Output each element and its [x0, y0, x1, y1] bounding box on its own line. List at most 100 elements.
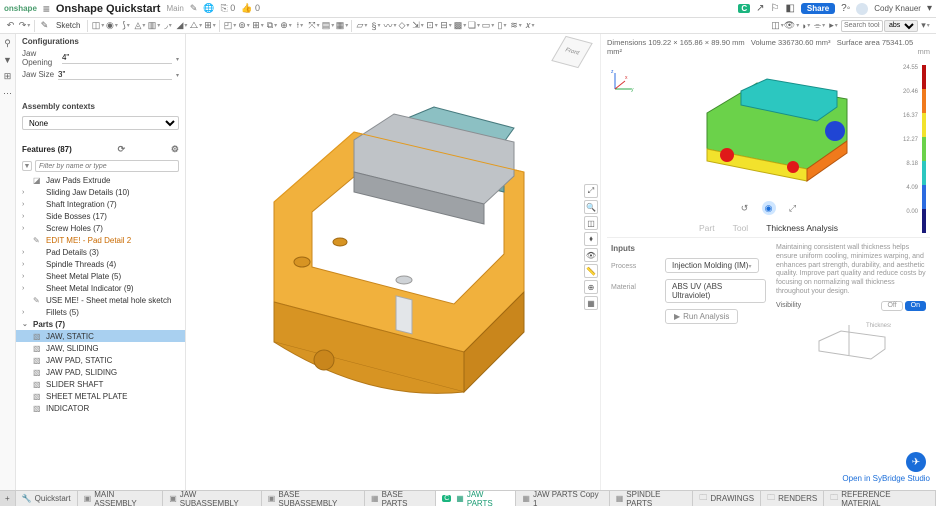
thicken-icon[interactable]: ▥ — [147, 19, 160, 32]
feature-row[interactable]: ›Sliding Jaw Details (10) — [16, 186, 185, 198]
appearance-icon[interactable]: ◑ — [799, 19, 812, 32]
pattern-icon[interactable]: ⊞ — [251, 19, 264, 32]
part-row[interactable]: ▧JAW, STATIC — [16, 330, 185, 342]
measure-icon[interactable]: 📏 — [584, 264, 598, 278]
curve-icon[interactable]: 〰 — [383, 19, 396, 32]
tab-part[interactable]: Part — [699, 223, 715, 233]
grid-icon[interactable]: ▦ — [584, 296, 598, 310]
user-name[interactable]: Cody Knauer — [874, 4, 921, 13]
rail-variables-icon[interactable]: ▼ — [3, 55, 12, 65]
enclose-icon[interactable]: ❏ — [467, 19, 480, 32]
iso-icon[interactable]: ⬧ — [584, 232, 598, 246]
doc-branch[interactable]: Main — [166, 4, 183, 13]
doc-tab[interactable]: 🗀REFERENCE MATERIAL — [824, 491, 936, 506]
feature-row[interactable]: ›Screw Holes (7) — [16, 222, 185, 234]
composite-icon[interactable]: ≋ — [509, 19, 522, 32]
analysis-preview[interactable]: 24.5520.4616.3712.278.184.090.00 z y x ↺… — [607, 59, 930, 219]
mass-props-icon[interactable]: ⊕ — [584, 280, 598, 294]
named-views-icon[interactable]: ▸ — [827, 19, 840, 32]
section-icon[interactable]: ◫ — [584, 216, 598, 230]
shell-icon[interactable]: ◰ — [223, 19, 236, 32]
help-fab[interactable]: ✈ — [906, 452, 926, 472]
boolean-icon[interactable]: ⊕ — [279, 19, 292, 32]
modify-fillet-icon[interactable]: ▦ — [335, 19, 348, 32]
doc-tab[interactable]: C▦JAW PARTS — [436, 491, 516, 506]
toolbar-overflow-icon[interactable]: ▾ — [919, 19, 932, 32]
collab-badge[interactable]: C — [738, 4, 750, 13]
feature-filter-input[interactable] — [35, 160, 179, 172]
bookmark-icon[interactable]: ⚐ — [771, 3, 780, 14]
doc-tab[interactable]: ▣MAIN ASSEMBLY — [78, 491, 164, 506]
units-select[interactable]: abs — [884, 20, 918, 32]
sketch-button[interactable]: Sketch — [52, 21, 84, 30]
doc-tab[interactable]: ▦JAW PARTS Copy 1 — [516, 491, 609, 506]
part-row[interactable]: ▧SHEET METAL PLATE — [16, 390, 185, 402]
move-face-icon[interactable]: ⇲ — [411, 19, 424, 32]
parts-header[interactable]: ⌄Parts (7) — [16, 318, 185, 330]
draft-icon[interactable]: ⧍ — [189, 19, 202, 32]
features-settings-icon[interactable]: ⚙ — [171, 144, 179, 155]
feature-row[interactable]: ◪Jaw Pads Extrude — [16, 174, 185, 186]
variable-icon[interactable]: 𝑥 — [523, 19, 536, 32]
assembly-context-select[interactable]: None — [22, 116, 179, 130]
add-tab-button[interactable]: + — [0, 491, 16, 506]
rail-custom-icon[interactable]: ⊞ — [4, 71, 12, 82]
mirror-icon[interactable]: ⧉ — [265, 19, 278, 32]
zoom-icon[interactable]: 🔍 — [584, 200, 598, 214]
hole-icon[interactable]: ⊚ — [237, 19, 250, 32]
tab-thickness-analysis[interactable]: Thickness Analysis — [766, 223, 838, 233]
surface-icon[interactable]: ◇ — [397, 19, 410, 32]
feature-row[interactable]: ✎EDIT ME! - Pad Detail 2 — [16, 234, 185, 246]
config-jaw-opening[interactable]: Jaw Opening — [16, 48, 185, 68]
menu-icon[interactable]: ≡ — [43, 2, 50, 16]
tab-tool[interactable]: Tool — [733, 223, 749, 233]
extrude-icon[interactable]: ◫ — [91, 19, 104, 32]
section-view-icon[interactable]: ◫ — [771, 19, 784, 32]
sketch-icon[interactable]: ✎ — [38, 19, 51, 32]
sheet-metal-icon[interactable]: ▭ — [481, 19, 494, 32]
feature-row[interactable]: ›Spindle Threads (4) — [16, 258, 185, 270]
part-row[interactable]: ▧JAW PAD, STATIC — [16, 354, 185, 366]
public-icon[interactable]: 🌐 — [203, 3, 214, 14]
part-row[interactable]: ▧JAW PAD, SLIDING — [16, 366, 185, 378]
preview-reset-icon[interactable]: ↺ — [738, 201, 752, 215]
feature-row[interactable]: ›Pad Details (3) — [16, 246, 185, 258]
preview-colormap-icon[interactable]: ◉ — [762, 201, 776, 215]
run-analysis-button[interactable]: ▶ Run Analysis — [665, 309, 738, 324]
viewport[interactable]: Front ⤢ 🔍 ◫ ⬧ 👁 📏 ⊕ ▦ — [186, 34, 600, 490]
search-tools-input[interactable] — [841, 20, 883, 32]
features-rollback-icon[interactable]: ⟳ — [118, 144, 126, 155]
preview-expand-icon[interactable]: ⤢ — [786, 201, 800, 215]
material-select[interactable]: ABS UV (ABS Ultraviolet) — [665, 279, 766, 303]
replace-face-icon[interactable]: ⊡ — [425, 19, 438, 32]
doc-tab[interactable]: ▣BASE SUBASSEMBLY — [262, 491, 365, 506]
helix-icon[interactable]: § — [369, 19, 382, 32]
fillet-icon[interactable]: ◞ — [161, 19, 174, 32]
doc-tab[interactable]: ▦SPINDLE PARTS — [610, 491, 694, 506]
sweep-icon[interactable]: ⟆ — [119, 19, 132, 32]
config-jaw-size-input[interactable] — [58, 69, 172, 80]
doc-title[interactable]: Onshape Quickstart — [56, 3, 161, 15]
user-menu-chevron[interactable]: ▾ — [927, 3, 932, 14]
app-icon[interactable]: ◧ — [785, 3, 794, 14]
history-icon[interactable]: ↗ — [756, 3, 764, 14]
feature-row[interactable]: ›Sheet Metal Plate (5) — [16, 270, 185, 282]
share-button[interactable]: Share — [801, 3, 835, 14]
chamfer-icon[interactable]: ◢ — [175, 19, 188, 32]
fill-icon[interactable]: ▩ — [453, 19, 466, 32]
edit-title-icon[interactable]: ✎ — [190, 3, 198, 14]
feature-row[interactable]: ›Sheet Metal Indicator (9) — [16, 282, 185, 294]
loft-icon[interactable]: ◬ — [133, 19, 146, 32]
rail-more-icon[interactable]: ⋯ — [3, 88, 12, 99]
config-jaw-opening-input[interactable] — [62, 53, 172, 64]
undo-icon[interactable]: ↶ — [4, 19, 17, 32]
feature-row[interactable]: ›Shaft Integration (7) — [16, 198, 185, 210]
feature-row[interactable]: ✎USE ME! - Sheet metal hole sketch — [16, 294, 185, 306]
rail-config-icon[interactable]: ⚲ — [4, 38, 11, 49]
doc-tab[interactable]: 🗀DRAWINGS — [693, 491, 761, 506]
doc-tab[interactable]: ▦BASE PARTS — [365, 491, 436, 506]
open-sybridge-link[interactable]: Open in SyBridge Studio — [607, 474, 930, 487]
part-row[interactable]: ▧SLIDER SHAFT — [16, 378, 185, 390]
config-jaw-size[interactable]: Jaw Size — [16, 68, 185, 81]
feature-row[interactable]: ›Side Bosses (17) — [16, 210, 185, 222]
